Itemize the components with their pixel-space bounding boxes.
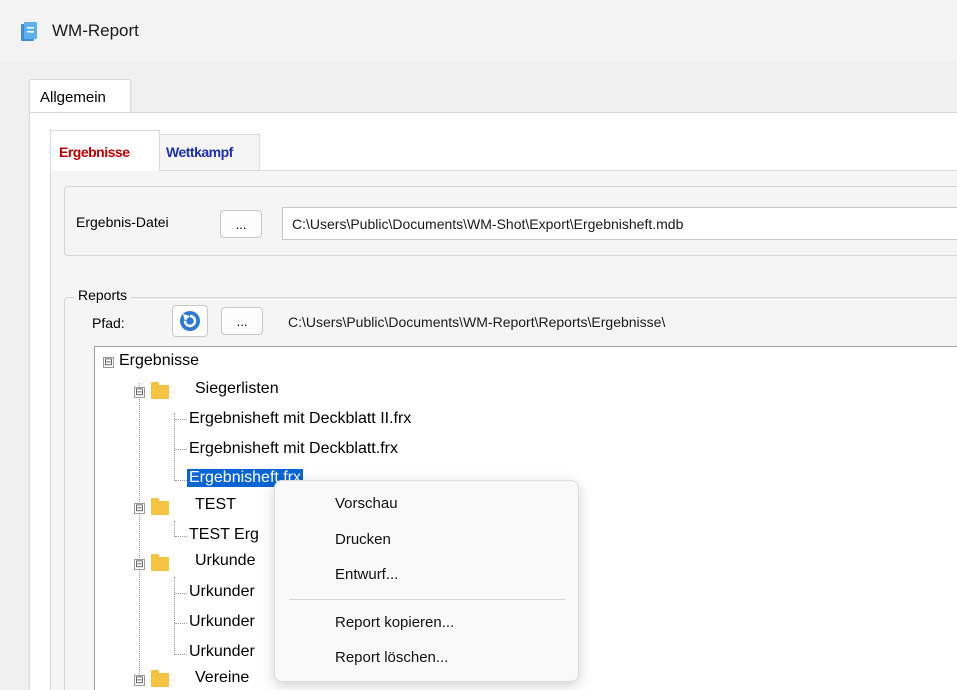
pfad-label: Pfad: — [92, 315, 125, 331]
tree-connector — [175, 623, 187, 624]
reports-path: C:\Users\Public\Documents\WM-Report\Repo… — [288, 314, 666, 330]
reports-group-label: Reports — [74, 287, 132, 303]
ergebnis-file-label: Ergebnis-Datei — [76, 214, 169, 230]
app-icon — [21, 22, 37, 41]
tree-connector — [175, 449, 187, 450]
folder-icon — [151, 554, 169, 571]
menu-item-drucken[interactable]: Drucken — [335, 531, 391, 548]
menu-item-entwurf[interactable]: Entwurf... — [335, 566, 398, 583]
tree-connector — [174, 521, 175, 537]
tree-connector — [139, 383, 140, 686]
tree-node-report[interactable]: TEST Erg — [189, 526, 259, 544]
tree-connector — [175, 419, 187, 420]
menu-separator — [289, 599, 565, 600]
folder-icon — [151, 382, 169, 399]
tree-node-urkunden[interactable]: Urkunde — [195, 552, 255, 570]
tab-allgemein[interactable]: Allgemein — [29, 79, 131, 113]
app-window: WM-Report Allgemein Ergebnisse Wettkampf… — [0, 0, 957, 690]
context-menu: Vorschau Drucken Entwurf... Report kopie… — [274, 480, 579, 682]
tree-node-report[interactable]: Ergebnisheft mit Deckblatt.frx — [189, 440, 398, 458]
browse-reports-path-button[interactable]: ... — [221, 307, 263, 335]
tree-connector — [174, 413, 175, 481]
refresh-button[interactable] — [172, 305, 208, 337]
menu-item-report-loeschen[interactable]: Report löschen... — [335, 649, 448, 666]
tree-connector — [175, 480, 187, 481]
folder-icon — [151, 498, 169, 515]
tree-connector — [175, 593, 187, 594]
tree-node-report[interactable]: Urkunder — [189, 613, 255, 631]
refresh-icon — [180, 311, 200, 331]
tree-node-report[interactable]: Urkunder — [189, 643, 255, 661]
collapse-icon[interactable]: ⊟ — [134, 503, 145, 514]
tree-node-report[interactable]: Ergebnisheft mit Deckblatt II.frx — [189, 410, 411, 428]
tree-node-report[interactable]: Urkunder — [189, 583, 255, 601]
menu-item-vorschau[interactable]: Vorschau — [335, 495, 398, 512]
tree-connector — [175, 536, 187, 537]
tree-node-test[interactable]: TEST — [195, 496, 236, 514]
tree-node-vereine[interactable]: Vereine — [195, 669, 249, 687]
browse-ergebnis-file-button[interactable]: ... — [220, 210, 262, 238]
collapse-icon[interactable]: ⊟ — [103, 357, 114, 368]
tree-connector — [175, 654, 187, 655]
tab-wettkampf[interactable]: Wettkampf — [160, 134, 260, 170]
collapse-icon[interactable]: ⊟ — [134, 675, 145, 686]
window-title: WM-Report — [52, 21, 139, 40]
tree-node-ergebnisse[interactable]: Ergebnisse — [119, 352, 199, 370]
collapse-icon[interactable]: ⊟ — [134, 559, 145, 570]
tree-connector — [174, 577, 175, 655]
ergebnis-file-input[interactable]: C:\Users\Public\Documents\WM-Shot\Export… — [282, 207, 957, 240]
title-bar: WM-Report — [0, 0, 957, 62]
folder-icon — [151, 670, 169, 687]
collapse-icon[interactable]: ⊟ — [134, 387, 145, 398]
tree-node-siegerlisten[interactable]: Siegerlisten — [195, 380, 279, 398]
menu-item-report-kopieren[interactable]: Report kopieren... — [335, 614, 454, 631]
tab-ergebnisse[interactable]: Ergebnisse — [50, 130, 160, 171]
